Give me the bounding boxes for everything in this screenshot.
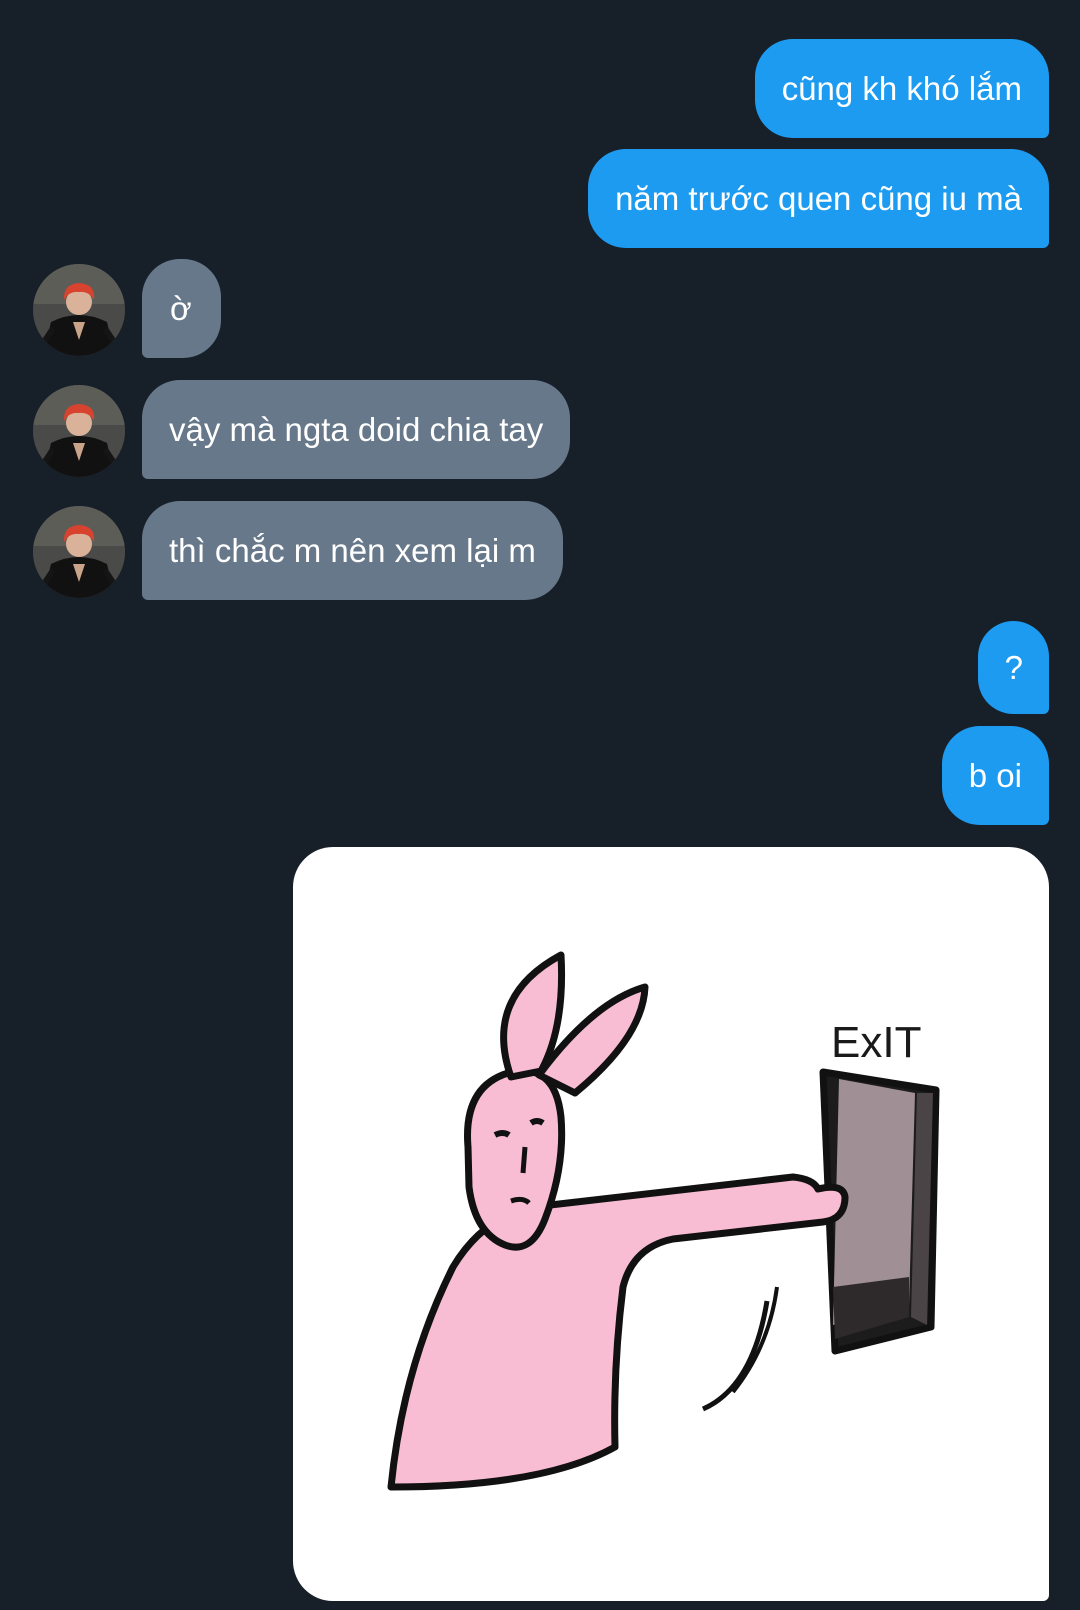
- message-bubble-sent[interactable]: b oi: [941, 726, 1049, 825]
- message-text: vậy mà ngta doid chia tay: [169, 410, 544, 448]
- avatar[interactable]: [33, 264, 125, 356]
- exit-sign-text: ExIT: [831, 1018, 921, 1067]
- message-text: ờ: [170, 289, 192, 327]
- rabbit-exit-sticker-image: ExIT: [387, 951, 940, 1491]
- message-bubble-received[interactable]: thì chắc m nên xem lại m: [142, 501, 563, 600]
- message-bubble-sent[interactable]: năm trước quen cũng iu mà: [588, 149, 1049, 248]
- message-text: cũng kh khó lắm: [781, 69, 1022, 107]
- message-text: năm trước quen cũng iu mà: [615, 179, 1022, 217]
- message-text: thì chắc m nên xem lại m: [169, 531, 536, 569]
- avatar[interactable]: [33, 506, 125, 598]
- message-text: ?: [1004, 648, 1023, 686]
- message-bubble-sent[interactable]: ?: [977, 621, 1049, 714]
- message-bubble-sent[interactable]: cũng kh khó lắm: [754, 39, 1049, 138]
- message-bubble-received[interactable]: ờ: [142, 259, 221, 358]
- sticker-message[interactable]: ExIT: [293, 847, 1049, 1601]
- message-text: b oi: [968, 756, 1022, 794]
- avatar[interactable]: [33, 385, 125, 477]
- message-bubble-received[interactable]: vậy mà ngta doid chia tay: [142, 380, 571, 479]
